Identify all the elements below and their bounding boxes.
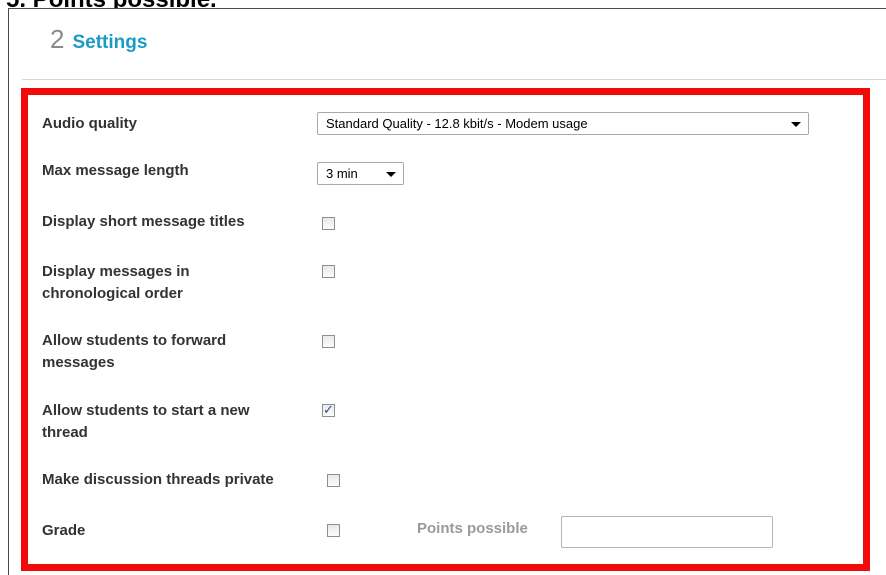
chevron-down-icon (791, 122, 801, 127)
new-thread-label-line1: Allow students to start a new (42, 402, 250, 419)
new-thread-label-line2: thread (42, 424, 88, 441)
audio-quality-label: Audio quality (42, 115, 137, 132)
forward-label-line2: messages (42, 354, 115, 371)
new-thread-label: Allow students to start a new thread (42, 400, 332, 444)
chevron-down-icon (386, 172, 396, 177)
section-title: Settings (72, 32, 148, 53)
private-threads-label: Make discussion threads private (42, 471, 274, 488)
checkmark-icon: ✓ (323, 402, 334, 417)
new-thread-checkbox[interactable]: ✓ (322, 402, 335, 417)
points-possible-input[interactable] (561, 516, 773, 548)
chronological-label-line1: Display messages in (42, 263, 190, 280)
heading-divider (22, 79, 886, 80)
audio-quality-value: Standard Quality - 12.8 kbit/s - Modem u… (326, 116, 588, 131)
chronological-checkbox[interactable] (322, 265, 335, 278)
short-titles-label: Display short message titles (42, 213, 245, 230)
forward-label: Allow students to forward messages (42, 330, 332, 374)
short-titles-checkbox[interactable] (322, 217, 335, 230)
chronological-label: Display messages in chronological order (42, 261, 332, 305)
forward-checkbox[interactable] (322, 335, 335, 348)
section-heading: 2 Settings (50, 24, 147, 55)
max-message-length-select[interactable]: 3 min (317, 162, 404, 185)
max-message-length-value: 3 min (326, 166, 358, 181)
grade-label: Grade (42, 522, 86, 539)
chronological-label-line2: chronological order (42, 285, 183, 302)
grade-checkbox[interactable] (327, 524, 340, 537)
points-possible-label: Points possible (417, 520, 528, 537)
section-number: 2 (50, 24, 65, 54)
audio-quality-select[interactable]: Standard Quality - 12.8 kbit/s - Modem u… (317, 112, 809, 135)
max-message-length-label: Max message length (42, 162, 189, 179)
forward-label-line1: Allow students to forward (42, 332, 227, 349)
page: 5. Points possible. 2 Settings Audio qua… (0, 0, 886, 575)
private-threads-checkbox[interactable] (327, 474, 340, 487)
